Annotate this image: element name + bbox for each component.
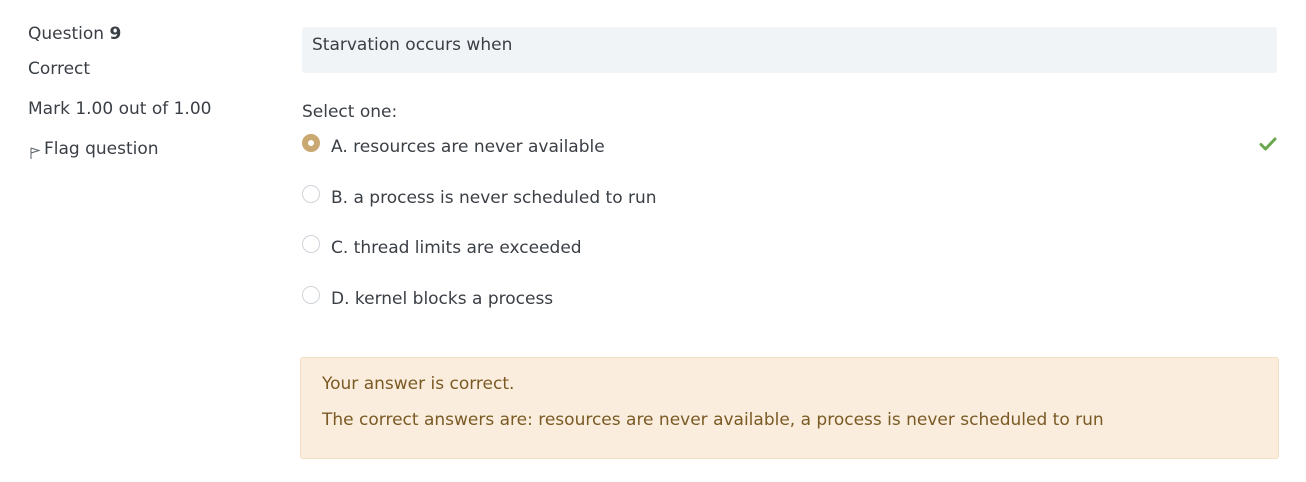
answer-option-b[interactable]: B. a process is never scheduled to run <box>302 183 1277 234</box>
answer-label-c: C. thread limits are exceeded <box>331 238 582 258</box>
question-state: Correct <box>28 59 91 79</box>
answer-option-c[interactable]: C. thread limits are exceeded <box>302 233 1277 284</box>
answer-label-d: D. kernel blocks a process <box>331 288 554 309</box>
flag-icon <box>30 147 41 159</box>
check-icon <box>1259 137 1277 151</box>
question-number: 9 <box>109 24 122 44</box>
answer-option-d[interactable]: D. kernel blocks a process <box>302 284 1277 335</box>
feedback-box: Your answer is correct. The correct answ… <box>300 357 1279 459</box>
question-label: Question <box>28 24 105 44</box>
radio-c[interactable] <box>302 235 320 253</box>
radio-a-selected[interactable] <box>302 134 320 152</box>
select-one-prompt: Select one: <box>302 102 398 122</box>
answer-list: A. resources are never available B. a pr… <box>302 132 1277 334</box>
feedback-right-answer: The correct answers are: resources are n… <box>322 410 1104 430</box>
radio-d[interactable] <box>302 285 320 304</box>
answer-label-b: B. a process is never scheduled to run <box>331 187 657 208</box>
feedback-result: Your answer is correct. <box>322 374 515 394</box>
question-text: Starvation occurs when <box>302 27 1277 73</box>
answer-label-a: A. resources are never available <box>331 137 605 157</box>
question-number-line: Question 9 <box>28 20 268 48</box>
radio-b[interactable] <box>302 184 320 203</box>
flag-question-label: Flag question <box>44 139 159 159</box>
question-grade: Mark 1.00 out of 1.00 <box>28 99 212 119</box>
answer-option-a[interactable]: A. resources are never available <box>302 132 1277 183</box>
question-info: Question 9 Correct Mark 1.00 out of 1.00… <box>28 20 268 162</box>
flag-question-link[interactable]: Flag question <box>28 136 268 162</box>
